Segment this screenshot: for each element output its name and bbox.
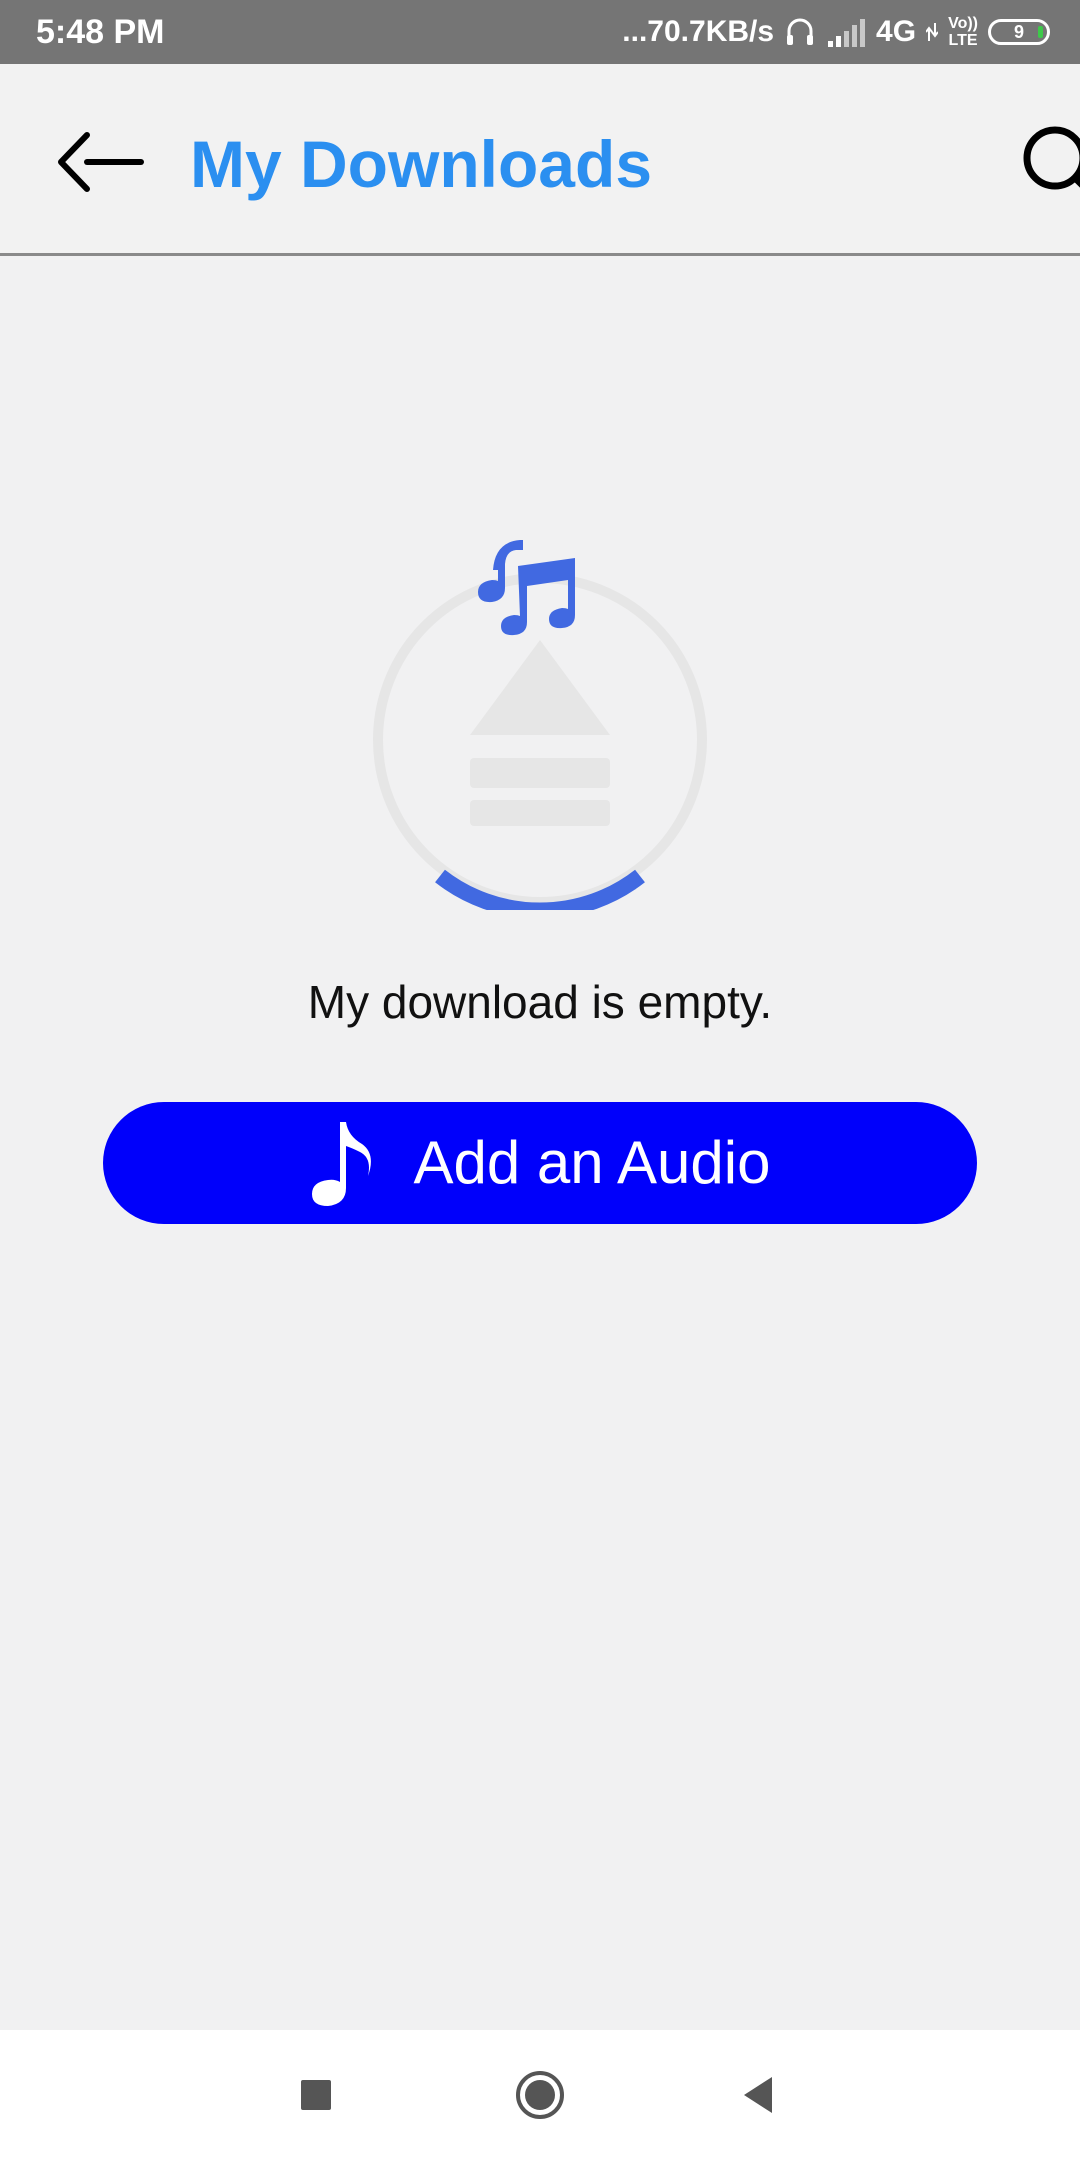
illustration-circle — [373, 573, 707, 907]
navigation-bar — [0, 2030, 1080, 2160]
status-time: 5:48 PM — [36, 13, 165, 51]
signal-icon — [826, 17, 866, 47]
recents-button[interactable] — [281, 2060, 351, 2130]
battery-level: 9 — [1013, 21, 1024, 42]
status-indicators: ...70.7KB/s 4G Vo)) LTE 9 — [622, 10, 1050, 54]
search-icon — [1023, 126, 1080, 190]
eject-icon — [470, 640, 610, 826]
app-bar: My Downloads — [0, 64, 1080, 256]
empty-message: My download is empty. — [307, 976, 773, 1028]
recents-square-icon — [301, 2080, 331, 2110]
screen: 5:48 PM ...70.7KB/s 4G Vo)) LTE 9 My Dow… — [0, 0, 1080, 2160]
network-speed: ...70.7KB/s — [622, 15, 775, 48]
add-audio-button[interactable]: Add an Audio — [103, 1102, 977, 1224]
search-button[interactable] — [1010, 120, 1080, 210]
volte-line-2: LTE — [948, 32, 978, 49]
network-type: 4G — [876, 15, 917, 48]
back-button[interactable] — [50, 122, 150, 202]
page-title: My Downloads — [190, 127, 653, 201]
battery-fill — [1038, 26, 1043, 38]
headphones-icon — [784, 16, 816, 48]
volte-indicator: Vo)) LTE — [948, 15, 978, 49]
data-arrows-icon — [926, 21, 939, 43]
volte-line-1: Vo)) — [948, 15, 978, 32]
back-arrow-icon — [58, 132, 144, 192]
system-back-button[interactable] — [723, 2060, 793, 2130]
battery-icon: 9 — [988, 19, 1050, 45]
music-note-icon — [311, 1122, 371, 1206]
status-bar: 5:48 PM ...70.7KB/s 4G Vo)) LTE 9 — [0, 0, 1080, 64]
empty-illustration — [360, 530, 720, 919]
add-audio-label: Add an Audio — [413, 1129, 771, 1196]
music-notes-icon — [478, 540, 575, 636]
back-triangle-icon — [744, 2077, 772, 2113]
home-circle-icon — [516, 2071, 564, 2119]
home-button[interactable] — [505, 2060, 575, 2130]
